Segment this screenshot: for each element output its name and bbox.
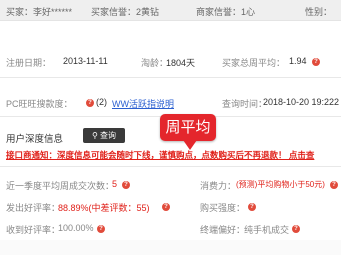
header-bar: 买家：李好****** 买家信誉：2黄钻 商家信誉：1心 性别： (0, 0, 341, 21)
purchase-intensity-help-icon[interactable]: ? (246, 201, 256, 211)
register-date-label: 注册日期： (6, 58, 52, 68)
buyer-credit: 买家信誉：2黄钻 (91, 7, 160, 17)
device-preference-value: 纯手机成交 (244, 225, 290, 235)
quarter-weekly-deals-label: 近一季度平均周成交次数： (6, 181, 115, 191)
pc-activity-count: (2) (96, 97, 107, 107)
received-praise-rate-help-icon[interactable]: ? (95, 223, 105, 233)
register-date-value: 2013-11-11 (63, 56, 108, 66)
quarter-weekly-deals-help-icon[interactable]: ? (120, 179, 130, 189)
shop-credit: 商家信誉：1心 (196, 7, 256, 17)
weekly-average-callout: 周平均 (160, 114, 216, 141)
given-praise-rate-value: 88.89%(中差评数：55) (58, 203, 150, 213)
gender-label: 性别： (305, 7, 333, 17)
activity-guide-link[interactable]: WW活跃指说明 (112, 97, 174, 110)
pc-activity-label: PC旺旺搜款度： (6, 99, 73, 109)
cropped-footer (0, 240, 341, 255)
divider (0, 77, 341, 78)
interface-notice-text: 接口商通知：深度信息可能会随时下线，谨慎购点，点数购买后不再退款！ 点击查 (6, 150, 315, 160)
query-time-value: 2018-10-20 19:222 (263, 97, 340, 107)
quarter-weekly-deals-value: 5 (112, 179, 118, 189)
given-praise-rate-help-icon[interactable]: ? (160, 201, 170, 211)
buyer-name: 买家：李好****** (6, 7, 73, 17)
account-age-value: 1804天 (166, 58, 196, 68)
search-icon: ⚲ (91, 131, 98, 140)
spending-power-label: 消费力： (200, 181, 237, 191)
interface-notice[interactable]: 接口商通知：深度信息可能会随时下线，谨慎购点，点数购买后不再退款！ 点击查 (0, 149, 341, 161)
divider (0, 166, 341, 167)
weekly-average-help-icon[interactable]: ? (310, 56, 320, 66)
spending-power-help-icon[interactable]: ? (328, 179, 338, 189)
query-button-label: 查询 (100, 131, 117, 140)
received-praise-rate-value: 100.00% (58, 223, 94, 233)
received-praise-rate-label: 收到好评率： (6, 225, 61, 235)
spending-power-value: (预测)平均购物小于50元) (236, 180, 325, 189)
query-time-label: 查询时间： (222, 99, 268, 109)
deep-info-title: 用户深度信息 (6, 134, 64, 145)
device-preference-help-icon[interactable]: ? (290, 223, 300, 233)
purchase-intensity-label: 购买强度： (200, 203, 246, 213)
weekly-average-value: 1.94 (289, 56, 307, 66)
query-button[interactable]: ⚲ 查询 (83, 128, 125, 143)
account-age-label: 淘龄： (141, 58, 169, 68)
given-praise-rate-label: 发出好评率： (6, 203, 61, 213)
device-preference-label: 终端偏好： (200, 225, 246, 235)
pc-activity-help-icon[interactable]: ? (84, 97, 94, 107)
weekly-average-label: 买家总周平均： (222, 58, 286, 68)
